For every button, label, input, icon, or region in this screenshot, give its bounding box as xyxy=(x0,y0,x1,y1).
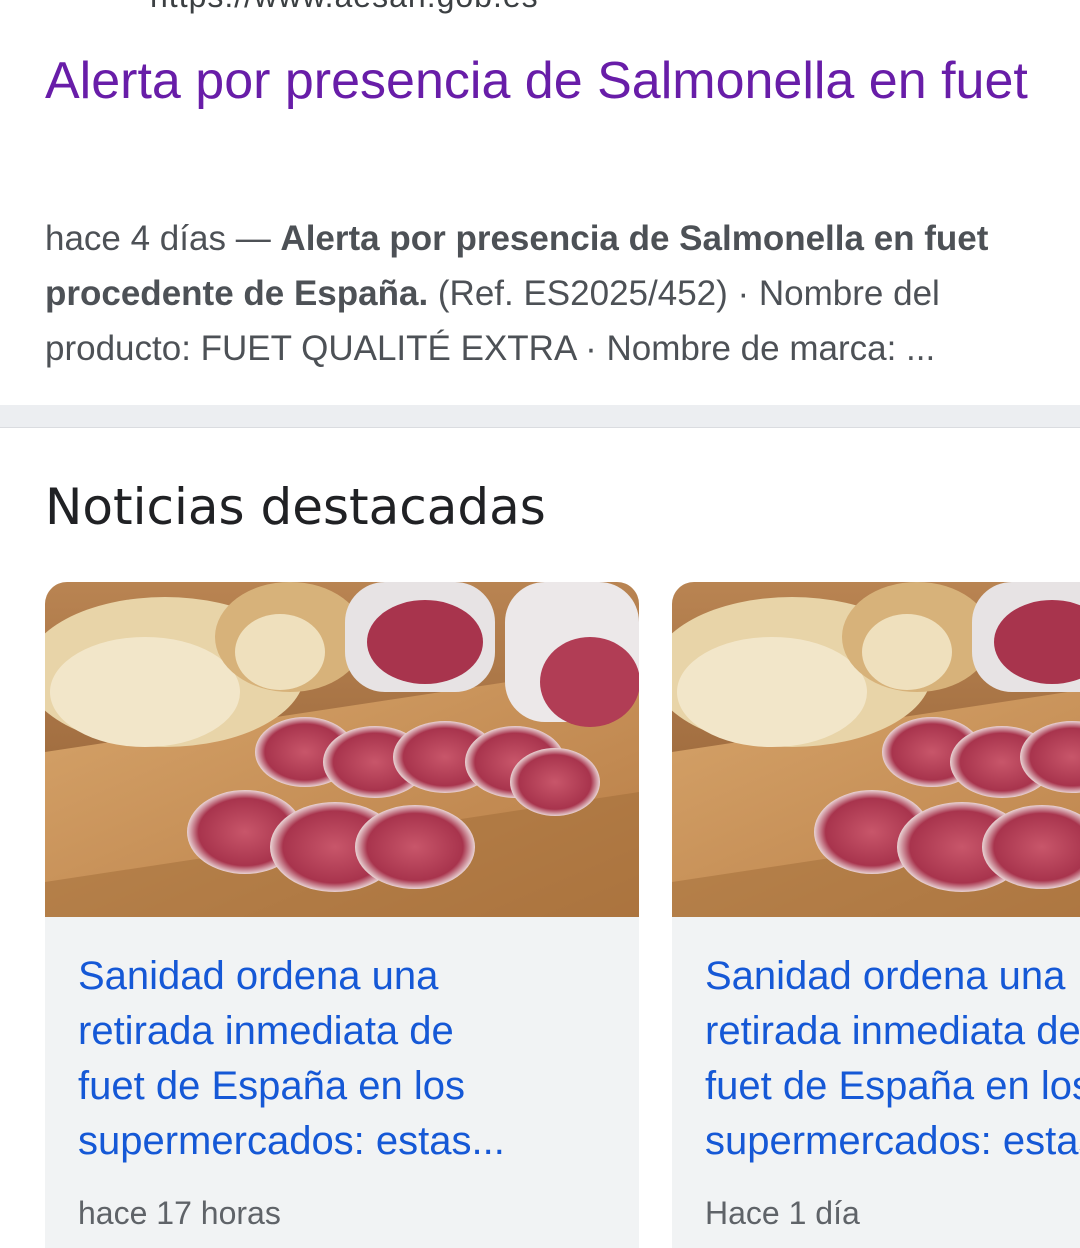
news-card-title[interactable]: Sanidad ordena una retirada inmediata de… xyxy=(705,949,1080,1169)
news-card-title-line: fuet de España en los xyxy=(705,1064,1080,1108)
news-thumbnail-image xyxy=(45,582,639,917)
top-stories-heading: Noticias destacadas xyxy=(45,478,546,536)
news-card[interactable]: Sanidad ordena una retirada inmediata de… xyxy=(45,582,639,1248)
result-snippet: hace 4 días — Alerta por presencia de Sa… xyxy=(45,211,1045,376)
news-card-title-line: retirada inmediata de xyxy=(78,1009,454,1053)
news-card-timestamp: hace 17 horas xyxy=(78,1195,281,1231)
news-card-title-line: supermercados: estas... xyxy=(78,1119,505,1163)
news-carousel[interactable]: Sanidad ordena una retirada inmediata de… xyxy=(45,582,1080,1248)
news-card-title-line: retirada inmediata de xyxy=(705,1009,1080,1053)
search-results-page: https://www.aesan.gob.es Alerta por pres… xyxy=(0,0,1080,1248)
section-divider xyxy=(0,405,1080,428)
snippet-separator: — xyxy=(225,219,281,258)
result-title-link[interactable]: Alerta por presencia de Salmonella en fu… xyxy=(45,46,1045,116)
news-card-title-line: Sanidad ordena una xyxy=(705,954,1066,998)
result-url[interactable]: https://www.aesan.gob.es xyxy=(150,0,539,15)
news-card-timestamp: Hace 1 día xyxy=(705,1195,860,1231)
news-card[interactable]: Sanidad ordena una retirada inmediata de… xyxy=(672,582,1080,1248)
snippet-date: hace 4 días xyxy=(45,219,226,258)
news-card-title-line: fuet de España en los xyxy=(78,1064,465,1108)
news-card-title-line: Sanidad ordena una xyxy=(78,954,439,998)
news-card-title[interactable]: Sanidad ordena una retirada inmediata de… xyxy=(78,949,638,1169)
news-thumbnail-image xyxy=(672,582,1080,917)
news-card-title-line: supermercados: estas xyxy=(705,1119,1080,1163)
